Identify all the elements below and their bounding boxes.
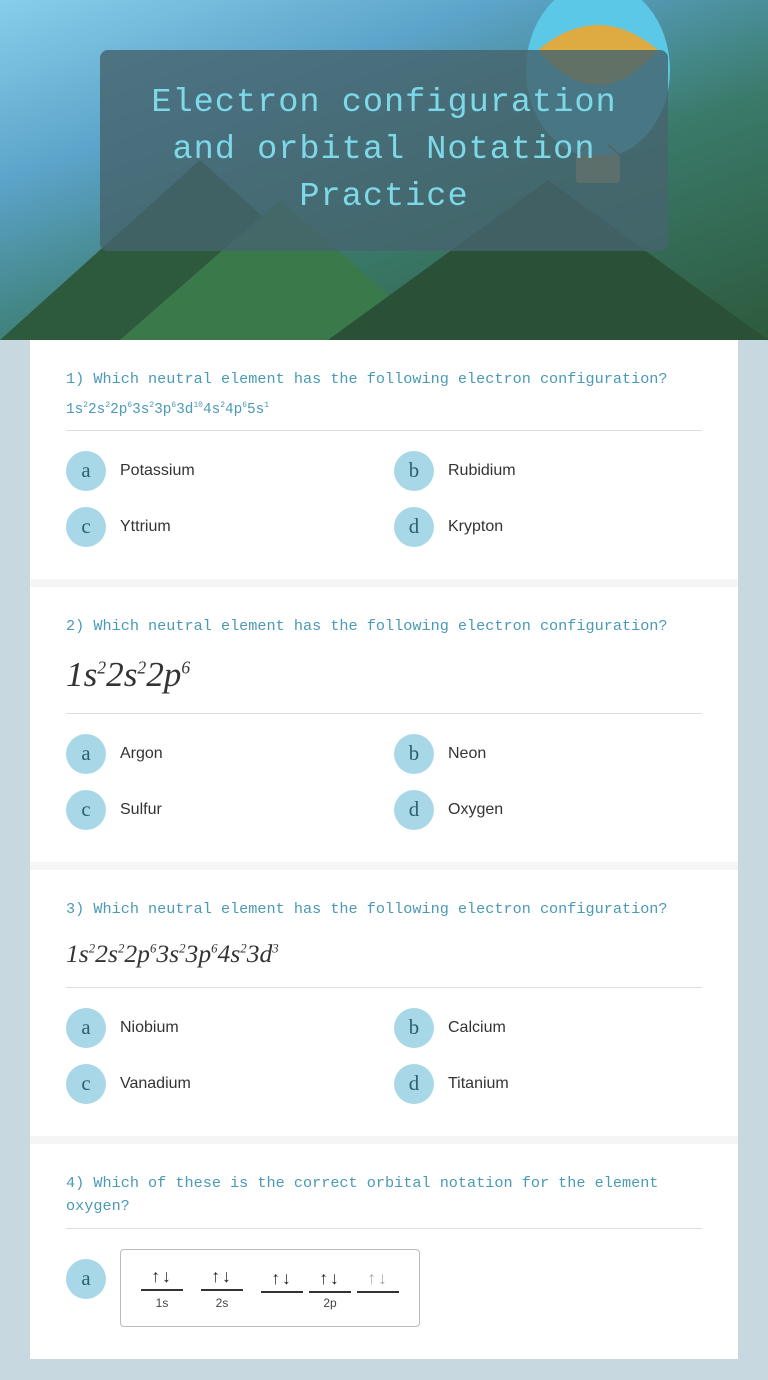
q3-label-a: Niobium (120, 1019, 179, 1037)
q1-option-a[interactable]: a Potassium (66, 451, 374, 491)
hero-section: Electron configuration and orbital Notat… (0, 0, 768, 340)
q3-badge-b: b (394, 1008, 434, 1048)
question-3: 3) Which neutral element has the followi… (30, 870, 738, 1136)
content-area: 1) Which neutral element has the followi… (30, 340, 738, 1359)
q3-label-b: Calcium (448, 1019, 506, 1037)
q3-badge-c: c (66, 1064, 106, 1104)
q4-badge-a: a (66, 1259, 106, 1299)
orbital-1s: ↑↓ 1s (141, 1266, 183, 1310)
q3-label-d: Titanium (448, 1075, 509, 1093)
orbital-arrow-row: ↑↓ 1s ↑↓ 2s ↑↓ (141, 1266, 399, 1310)
q3-options: a Niobium b Calcium c Vanadium d Titaniu… (66, 1008, 702, 1104)
q1-badge-d: d (394, 507, 434, 547)
q3-option-b[interactable]: b Calcium (394, 1008, 702, 1048)
q2-option-c[interactable]: c Sulfur (66, 790, 374, 830)
orbital-2p-3: ↑↓ (357, 1268, 399, 1293)
orbital-2s: ↑↓ 2s (201, 1266, 243, 1310)
q2-badge-c: c (66, 790, 106, 830)
q3-divider (66, 987, 702, 988)
orbital-2p-group: ↑↓ ↑↓ ↑↓ 2p (261, 1268, 399, 1310)
question-4: 4) Which of these is the correct orbital… (30, 1144, 738, 1359)
q2-options: a Argon b Neon c Sulfur d Oxygen (66, 734, 702, 830)
q3-option-a[interactable]: a Niobium (66, 1008, 374, 1048)
q3-label-c: Vanadium (120, 1075, 191, 1093)
q1-label-b: Rubidium (448, 462, 516, 480)
q1-badge-b: b (394, 451, 434, 491)
q4-text: 4) Which of these is the correct orbital… (66, 1172, 702, 1218)
q1-option-c[interactable]: c Yttrium (66, 507, 374, 547)
q3-badge-d: d (394, 1064, 434, 1104)
q2-label-b: Neon (448, 745, 486, 763)
question-2: 2) Which neutral element has the followi… (30, 587, 738, 863)
q1-divider (66, 430, 702, 431)
q2-badge-a: a (66, 734, 106, 774)
q1-label-a: Potassium (120, 462, 195, 480)
q2-badge-b: b (394, 734, 434, 774)
q3-option-c[interactable]: c Vanadium (66, 1064, 374, 1104)
orbital-2p-2: ↑↓ (309, 1268, 351, 1293)
q3-config: 1s22s22p63s23p64s23d3 (66, 931, 702, 973)
q2-label-d: Oxygen (448, 801, 503, 819)
q2-config: 1s22s22p6 (66, 647, 702, 699)
q2-divider (66, 713, 702, 714)
q1-label-c: Yttrium (120, 518, 171, 536)
q3-text: 3) Which neutral element has the followi… (66, 898, 702, 921)
q1-options: a Potassium b Rubidium c Yttrium d Krypt… (66, 451, 702, 547)
q2-label-a: Argon (120, 745, 163, 763)
q1-label-d: Krypton (448, 518, 503, 536)
q2-option-d[interactable]: d Oxygen (394, 790, 702, 830)
q1-option-d[interactable]: d Krypton (394, 507, 702, 547)
q4-option-a[interactable]: a ↑↓ 1s ↑↓ 2s (66, 1249, 702, 1327)
question-1: 1) Which neutral element has the followi… (30, 340, 738, 579)
orbital-2p-1: ↑↓ (261, 1268, 303, 1293)
q1-badge-a: a (66, 451, 106, 491)
q2-badge-d: d (394, 790, 434, 830)
q3-badge-a: a (66, 1008, 106, 1048)
q1-badge-c: c (66, 507, 106, 547)
q1-text: 1) Which neutral element has the followi… (66, 368, 702, 391)
q1-option-b[interactable]: b Rubidium (394, 451, 702, 491)
q2-text: 2) Which neutral element has the followi… (66, 615, 702, 638)
q3-option-d[interactable]: d Titanium (394, 1064, 702, 1104)
hero-title: Electron configuration and orbital Notat… (130, 80, 638, 221)
q2-label-c: Sulfur (120, 801, 162, 819)
q1-config: 1s22s22p63s23p63d104s24p65s1 (66, 401, 702, 418)
hero-title-box: Electron configuration and orbital Notat… (100, 50, 668, 251)
q2-option-a[interactable]: a Argon (66, 734, 374, 774)
q2-option-b[interactable]: b Neon (394, 734, 702, 774)
orbital-diagram-a: ↑↓ 1s ↑↓ 2s ↑↓ (120, 1249, 420, 1327)
q4-divider (66, 1228, 702, 1229)
